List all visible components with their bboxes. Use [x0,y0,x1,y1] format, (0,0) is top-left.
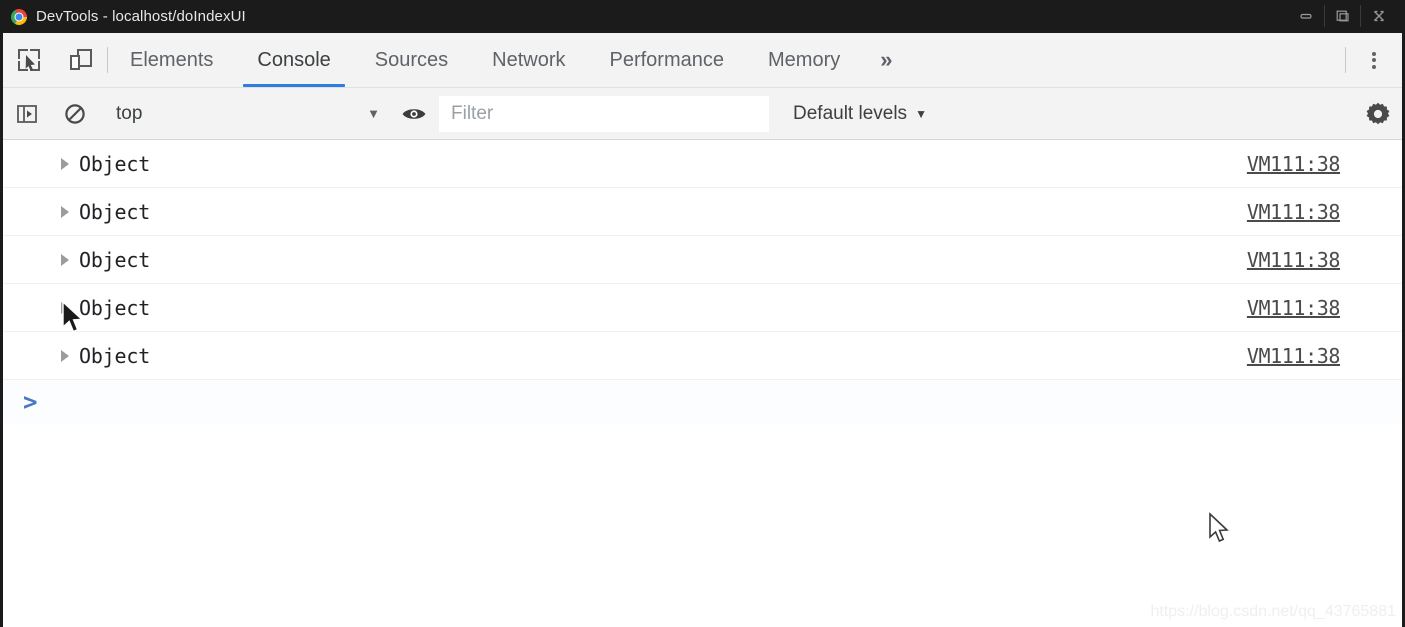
console-message-text: Object [79,343,151,368]
tab-performance[interactable]: Performance [588,33,747,87]
devtools-panel: Elements Console Sources Network Perform… [3,33,1402,627]
devtools-window: DevTools - localhost/doIndexUI Elements … [0,0,1405,627]
console-message-text: Object [79,295,151,320]
restore-icon[interactable] [1324,5,1360,27]
execution-context-dropdown[interactable]: top ▼ [100,97,390,131]
tab-label: Network [492,48,566,71]
tab-label: Performance [609,48,725,71]
expand-triangle-icon[interactable] [61,157,69,170]
tab-memory[interactable]: Memory [746,33,862,87]
watermark-url: https://blog.csdn.net/qq_43765881 [1150,603,1396,620]
more-tabs-chevron-icon[interactable]: » [862,33,910,87]
device-toolbar-icon[interactable] [55,33,107,87]
source-link[interactable]: VM111:38 [1247,296,1341,320]
console-toolbar-right [1353,88,1402,140]
expand-triangle-icon[interactable] [61,349,69,362]
execution-context-value: top [116,102,143,124]
panel-tabstrip: Elements Console Sources Network Perform… [3,33,1402,88]
table-row[interactable]: Object VM111:38 [3,140,1402,188]
source-link[interactable]: VM111:38 [1247,200,1341,224]
tab-sources[interactable]: Sources [353,33,470,87]
tab-label: Console [257,48,331,71]
window-controls [1288,4,1396,28]
table-row[interactable]: Object VM111:38 [3,236,1402,284]
console-sidebar-icon[interactable] [3,88,51,140]
tab-console[interactable]: Console [235,33,352,87]
inspect-element-icon[interactable] [3,33,55,87]
source-link[interactable]: VM111:38 [1247,344,1341,368]
log-levels-dropdown[interactable]: Default levels ▼ [769,103,941,125]
tab-elements[interactable]: Elements [108,33,235,87]
tab-network[interactable]: Network [470,33,587,87]
mouse-cursor-secondary [1209,512,1229,543]
console-prompt-row[interactable]: > [3,380,1402,424]
console-message-text: Object [79,151,151,176]
close-icon[interactable] [1360,5,1396,27]
panel-tabs: Elements Console Sources Network Perform… [108,33,910,87]
expand-triangle-icon[interactable] [61,301,69,314]
settings-gear-icon[interactable] [1354,88,1402,140]
console-message-text: Object [79,247,151,272]
more-options-icon[interactable] [1346,33,1402,87]
kebab-dots [1372,49,1376,71]
chrome-logo-icon [11,8,27,25]
source-link[interactable]: VM111:38 [1247,248,1341,272]
tab-label: Memory [768,48,841,71]
tabstrip-right-controls [1345,33,1402,87]
overflow-label: » [880,47,893,72]
table-row[interactable]: Object VM111:38 [3,284,1402,332]
prompt-chevron-icon: > [23,388,38,416]
log-levels-label: Default levels [793,102,908,124]
table-row[interactable]: Object VM111:38 [3,188,1402,236]
filter-input[interactable] [439,95,769,132]
clear-console-icon[interactable] [51,88,99,140]
expand-triangle-icon[interactable] [61,253,69,266]
table-row[interactable]: Object VM111:38 [3,332,1402,380]
source-link[interactable]: VM111:38 [1247,152,1341,176]
live-expression-eye-icon[interactable] [390,88,438,140]
tab-label: Elements [130,48,214,71]
minimize-icon[interactable] [1288,5,1324,27]
console-message-list[interactable]: Object VM111:38 Object VM111:38 Object V… [3,140,1402,627]
chevron-down-icon: ▼ [915,106,927,121]
console-message-text: Object [79,199,151,224]
console-toolbar: top ▼ Default levels ▼ [3,88,1402,140]
title-bar: DevTools - localhost/doIndexUI [3,0,1402,33]
expand-triangle-icon[interactable] [61,205,69,218]
chevron-down-icon: ▼ [367,106,380,121]
window-title: DevTools - localhost/doIndexUI [36,8,246,25]
tab-label: Sources [374,48,449,71]
